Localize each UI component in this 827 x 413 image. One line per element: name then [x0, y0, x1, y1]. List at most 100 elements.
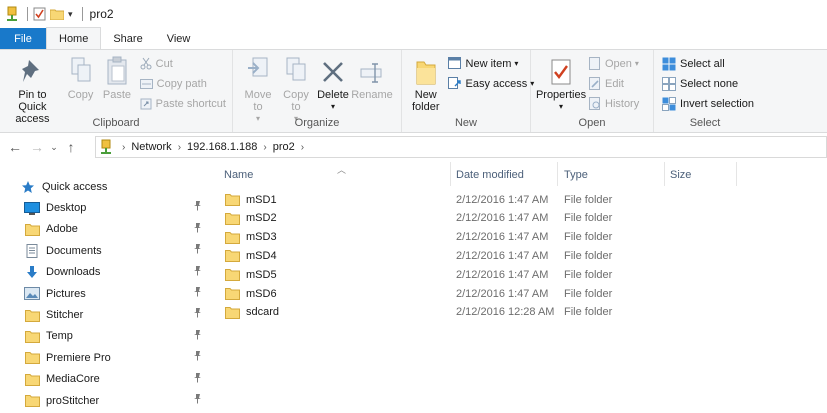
sidebar-item-prostitcher[interactable]: proStitcher	[0, 390, 206, 411]
ribbon: Pin to Quick access Copy Paste Cut Copy …	[0, 49, 827, 133]
column-header-type[interactable]: Type	[564, 164, 588, 186]
file-name: mSD2	[246, 212, 277, 225]
select-none-button[interactable]: Select none	[662, 75, 754, 92]
sidebar-item-mediacore[interactable]: MediaCore	[0, 369, 206, 390]
paste-shortcut-button[interactable]: Paste shortcut	[140, 95, 226, 112]
column-header-date[interactable]: Date modified	[456, 164, 524, 186]
file-date: 2/12/2016 12:28 AM	[456, 306, 555, 319]
breadcrumb-chevron-icon[interactable]: ›	[301, 142, 304, 153]
forward-arrow-icon[interactable]: →	[26, 136, 48, 158]
edit-label: Edit	[605, 77, 624, 90]
new-group-label: New	[454, 117, 477, 129]
back-arrow-icon[interactable]: ←	[4, 136, 26, 158]
clipboard-group-label: Clipboard	[92, 117, 140, 129]
edit-button[interactable]: Edit	[589, 75, 639, 92]
recent-locations-chevron-icon[interactable]: ⌄	[48, 136, 60, 158]
paste-shortcut-label: Paste shortcut	[155, 97, 226, 110]
file-name-cell: mSD6	[225, 287, 277, 300]
sidebar-item-stitcher[interactable]: Stitcher	[0, 304, 206, 325]
new-group: New folder New item ▾ Easy access ▾ New	[402, 50, 534, 132]
breadcrumb-chevron-icon[interactable]: ›	[122, 142, 125, 153]
file-row[interactable]: mSD6 2/12/2016 1:47 AM File folder	[215, 284, 635, 303]
tab-home[interactable]: Home	[46, 27, 102, 49]
new-folder-quick-icon[interactable]	[50, 8, 64, 20]
pin-icon[interactable]	[193, 201, 202, 214]
scissors-icon	[140, 57, 152, 70]
file-row[interactable]: mSD3 2/12/2016 1:47 AM File folder	[215, 228, 635, 247]
file-name: mSD4	[246, 249, 277, 262]
pin-icon[interactable]	[193, 265, 202, 279]
open-label: Open	[605, 57, 632, 70]
folder-icon	[24, 329, 40, 343]
organize-group: Move to ▾ Copy to ▾ Delete ▾ Rename Orga…	[233, 50, 402, 132]
tab-share[interactable]: Share	[101, 28, 154, 49]
pin-icon[interactable]	[193, 393, 202, 407]
copy-path-button[interactable]: Copy path	[139, 75, 226, 92]
address-bar[interactable]: › Network › 192.168.1.188 › pro2 ›	[95, 136, 827, 158]
pin-icon[interactable]	[193, 308, 202, 321]
folder-icon	[225, 212, 240, 225]
file-row[interactable]: mSD2 2/12/2016 1:47 AM File folder	[215, 209, 635, 228]
folder-icon	[225, 193, 240, 206]
properties-quick-icon[interactable]	[33, 7, 46, 21]
sidebar-item-label: Documents	[46, 244, 102, 257]
pin-icon[interactable]	[193, 329, 202, 343]
file-name-cell: mSD2	[225, 212, 277, 225]
column-divider[interactable]	[557, 162, 558, 186]
edit-icon	[589, 77, 600, 90]
sidebar-item-downloads[interactable]: Downloads	[0, 262, 206, 283]
pin-icon[interactable]	[193, 372, 202, 386]
breadcrumb-chevron-icon[interactable]: ›	[263, 142, 266, 153]
column-divider[interactable]	[450, 162, 451, 186]
file-row[interactable]: mSD1 2/12/2016 1:47 AM File folder	[215, 190, 635, 209]
column-header-name[interactable]: Name ︿	[224, 164, 346, 186]
cut-button[interactable]: Cut	[140, 55, 226, 72]
easy-access-icon	[447, 77, 461, 89]
tab-file[interactable]: File	[0, 28, 46, 49]
sidebar-item-desktop[interactable]: Desktop	[0, 197, 206, 218]
column-date-label: Date modified	[456, 169, 524, 181]
sidebar-item-temp[interactable]: Temp	[0, 326, 206, 347]
file-name: sdcard	[246, 306, 280, 319]
file-date: 2/12/2016 1:47 AM	[456, 231, 549, 244]
invert-selection-button[interactable]: Invert selection	[662, 95, 754, 112]
open-button[interactable]: Open ▾	[589, 55, 639, 72]
sidebar-item-adobe[interactable]: Adobe	[0, 219, 206, 240]
file-row[interactable]: mSD4 2/12/2016 1:47 AM File folder	[215, 246, 635, 265]
pin-icon[interactable]	[193, 244, 202, 257]
sidebar-item-quick-access[interactable]: Quick access	[0, 176, 206, 197]
tab-view[interactable]: View	[155, 28, 203, 49]
pin-icon[interactable]	[193, 222, 202, 236]
file-type: File folder	[564, 287, 613, 300]
sidebar-item-premiere-pro[interactable]: Premiere Pro	[0, 347, 206, 368]
new-item-button[interactable]: New item ▾	[447, 55, 535, 72]
breadcrumb-chevron-icon[interactable]: ›	[178, 142, 181, 153]
invert-selection-label: Invert selection	[680, 97, 754, 110]
breadcrumb-folder[interactable]: pro2	[273, 141, 295, 153]
ribbon-tabs: File Home Share View	[0, 27, 827, 49]
pin-icon[interactable]	[193, 351, 202, 364]
column-divider[interactable]	[736, 162, 737, 186]
breadcrumb-host[interactable]: 192.168.1.188	[187, 141, 257, 153]
column-header-size[interactable]: Size	[670, 164, 691, 186]
history-button[interactable]: History	[589, 95, 639, 112]
up-arrow-icon[interactable]: ↑	[60, 136, 82, 158]
sidebar-item-documents[interactable]: Documents	[0, 240, 206, 261]
sidebar-item-pictures[interactable]: Pictures	[0, 283, 206, 304]
star-icon	[20, 180, 36, 194]
sidebar-item-label: Premiere Pro	[46, 351, 111, 364]
folder-icon	[225, 287, 240, 300]
easy-access-button[interactable]: Easy access ▾	[447, 75, 534, 92]
column-type-label: Type	[564, 169, 588, 181]
column-divider[interactable]	[664, 162, 665, 186]
properties-icon	[550, 54, 572, 86]
customize-toolbar-icon[interactable]: ▾	[68, 9, 73, 20]
select-all-button[interactable]: Select all	[662, 55, 754, 72]
file-name: mSD3	[246, 231, 277, 244]
file-row[interactable]: sdcard 2/12/2016 12:28 AM File folder	[215, 303, 635, 322]
quick-access-label: Quick access	[42, 180, 108, 193]
breadcrumb-network[interactable]: Network	[131, 141, 171, 153]
file-row[interactable]: mSD5 2/12/2016 1:47 AM File folder	[215, 265, 635, 284]
copy-label: Copy	[67, 89, 94, 101]
pin-icon[interactable]	[193, 286, 202, 300]
